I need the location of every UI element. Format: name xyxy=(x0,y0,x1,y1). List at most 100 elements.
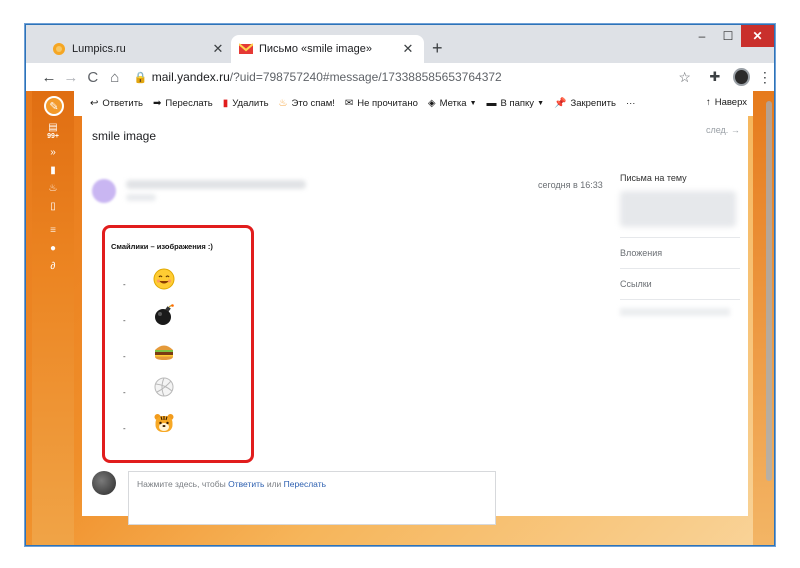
hamburger-emoji-icon xyxy=(155,345,173,360)
maximize-button[interactable]: ☐ xyxy=(715,25,741,47)
email-body-title: Смайлики – изображения :) xyxy=(111,242,213,251)
tab-lumpics[interactable]: Lumpics.ru ✕ xyxy=(44,35,234,63)
forward-arrow-icon: ➡ xyxy=(153,98,162,109)
back-arrow-icon[interactable]: ← xyxy=(38,69,60,86)
list-dash: - xyxy=(123,424,126,433)
up-arrow-icon: ↑ xyxy=(705,97,711,108)
user-avatar[interactable] xyxy=(92,471,116,495)
delete-button[interactable]: ▮ Удалить xyxy=(223,98,269,109)
volleyball-emoji-icon xyxy=(154,377,174,397)
close-window-button[interactable]: ✕ xyxy=(741,25,774,47)
folder-label: В папку xyxy=(500,98,535,109)
extensions-puzzle-icon[interactable]: ✚ xyxy=(705,69,725,85)
fire-icon: ♨ xyxy=(278,98,288,109)
tab-yandex-mail[interactable]: Письмо «smile image» ✕ xyxy=(231,35,424,63)
forward-button[interactable]: ➡ Переслать xyxy=(153,98,213,109)
browser-menu-icon[interactable]: ⋮ xyxy=(756,69,774,86)
attachments-section[interactable]: Вложения xyxy=(620,242,740,264)
pin-icon: 📌 xyxy=(554,98,567,109)
inbox-icon[interactable]: ▤ 99+ xyxy=(32,119,74,143)
envelope-icon: ✉ xyxy=(344,98,354,109)
unread-count-badge: 99+ xyxy=(47,133,59,140)
lock-icon: 🔒 xyxy=(133,71,148,84)
left-nav-icons: ▤ 99+ » ▮ ♨ ▯ ≡ ● ∂ xyxy=(32,119,74,275)
forward-link[interactable]: Переслать xyxy=(284,479,326,489)
compose-button[interactable]: ✎ xyxy=(44,96,64,116)
label-dot-icon[interactable]: ● xyxy=(32,239,74,257)
move-folder-dropdown[interactable]: ▬ В папку ▼ xyxy=(487,98,545,109)
profile-avatar[interactable] xyxy=(732,68,750,86)
label-dropdown[interactable]: ◈ Метка ▼ xyxy=(428,98,477,109)
unread-label: Не прочитано xyxy=(357,98,418,109)
label-label: Метка xyxy=(439,98,467,109)
emoji-row: - xyxy=(123,376,233,400)
tab-title: Lumpics.ru xyxy=(72,43,126,55)
sent-icon[interactable]: » xyxy=(32,143,74,161)
list-dash: - xyxy=(123,352,126,361)
bookmark-star-icon[interactable]: ☆ xyxy=(675,69,695,86)
links-section[interactable]: Ссылки xyxy=(620,273,740,295)
next-message-link[interactable]: след. → xyxy=(706,125,740,135)
related-thread-blurred[interactable] xyxy=(620,191,736,227)
mail-envelope-icon xyxy=(239,42,253,56)
reply-button[interactable]: ↩ Ответить xyxy=(90,98,143,109)
scroll-up-button[interactable]: ↑ Наверх xyxy=(706,97,747,108)
more-actions-button[interactable]: ··· xyxy=(626,98,636,109)
mail-command-bar: ↩ Ответить ➡ Переслать ▮ Удалить ♨ Это спам!… xyxy=(74,91,753,116)
address-bar[interactable]: 🔒 mail.yandex.ru /?uid=798757240#message… xyxy=(134,66,669,88)
sender-avatar[interactable] xyxy=(92,179,116,203)
reload-icon[interactable]: C xyxy=(82,69,104,86)
mail-page: ✎ ↩ Ответить ➡ Переслать ▮ Удалить ♨ Это спа… xyxy=(26,91,774,545)
mark-unread-button[interactable]: ✉ Не прочитано xyxy=(345,98,418,109)
archive-icon[interactable]: ≡ xyxy=(32,221,74,239)
quick-reply-prompt: Нажмите здесь, чтобы Ответить или Пересл… xyxy=(137,479,326,489)
tab-close-icon[interactable]: ✕ xyxy=(210,41,226,57)
divider xyxy=(620,237,740,238)
quick-reply-box[interactable]: Нажмите здесь, чтобы Ответить или Пересл… xyxy=(128,471,496,525)
attachments-clip-icon[interactable]: ∂ xyxy=(32,257,74,275)
message-subject: smile image xyxy=(92,129,157,143)
reply-link[interactable]: Ответить xyxy=(228,479,264,489)
lumpics-favicon-icon xyxy=(52,42,66,56)
trash-icon[interactable]: ▮ xyxy=(32,161,74,179)
sender-name-blurred xyxy=(126,180,306,189)
smiling-face-emoji-icon xyxy=(153,268,175,290)
next-label: след. xyxy=(706,125,729,135)
chevron-down-icon: ▼ xyxy=(537,100,544,107)
forward-arrow-icon[interactable]: → xyxy=(60,69,82,86)
reply-arrow-icon: ↩ xyxy=(90,98,99,109)
recipient-blurred xyxy=(126,194,156,201)
emoji-row: - xyxy=(123,304,233,328)
browser-window: Lumpics.ru ✕ Письмо «smile image» ✕ + – … xyxy=(25,24,775,546)
emoji-row: - xyxy=(123,412,233,436)
trash-icon: ▮ xyxy=(222,98,229,109)
minimize-button[interactable]: – xyxy=(689,25,715,47)
page-scrollbar[interactable] xyxy=(766,101,772,481)
spam-label: Это спам! xyxy=(291,98,335,109)
home-icon[interactable]: ⌂ xyxy=(104,69,126,86)
folder-icon: ▬ xyxy=(486,98,497,109)
tag-icon: ◈ xyxy=(427,98,436,109)
reply-prompt-text: Нажмите здесь, чтобы xyxy=(137,479,229,489)
tab-close-icon[interactable]: ✕ xyxy=(400,41,416,57)
chevron-down-icon: ▼ xyxy=(469,100,477,107)
spam-button[interactable]: ♨ Это спам! xyxy=(279,98,335,109)
new-tab-button[interactable]: + xyxy=(432,38,443,59)
spam-fire-icon[interactable]: ♨ xyxy=(32,179,74,197)
tiger-emoji-icon xyxy=(154,414,174,432)
email-body-highlight: Смайлики – изображения :) - - - - - xyxy=(102,225,254,463)
message-date: сегодня в 16:33 xyxy=(538,180,603,190)
emoji-row: - xyxy=(123,340,233,364)
browser-toolbar: ← → C ⌂ 🔒 mail.yandex.ru /?uid=798757240… xyxy=(26,63,774,91)
forward-label: Переслать xyxy=(165,98,213,109)
blurred-line xyxy=(620,308,730,316)
reply-label: Ответить xyxy=(102,98,143,109)
delete-label: Удалить xyxy=(232,98,269,109)
url-path: /?uid=798757240#message/1733885856537643… xyxy=(229,70,502,84)
pin-label: Закрепить xyxy=(570,98,616,109)
pin-button[interactable]: 📌 Закрепить xyxy=(554,98,616,109)
drafts-icon[interactable]: ▯ xyxy=(32,197,74,215)
list-dash: - xyxy=(123,280,126,289)
tab-title: Письмо «smile image» xyxy=(259,43,372,55)
related-threads-heading: Письма на тему xyxy=(620,173,687,183)
